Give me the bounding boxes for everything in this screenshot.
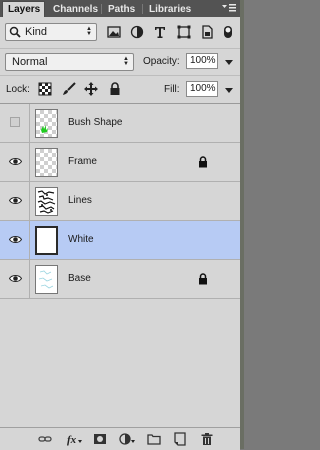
opacity-input[interactable]: 100% <box>186 53 218 69</box>
layer-row-white[interactable]: White <box>0 221 240 260</box>
panel-tab-bar: Layers Channels Paths Libraries <box>0 0 240 17</box>
layer-thumbnail <box>35 226 58 255</box>
layer-thumbnail <box>35 265 58 294</box>
filter-toggle-icon[interactable] <box>222 24 234 40</box>
eye-icon[interactable] <box>9 274 22 283</box>
layer-row-frame[interactable]: Frame <box>0 143 240 182</box>
adjustment-layer-filter-icon[interactable] <box>129 24 145 40</box>
adjustment-layer-icon[interactable] <box>119 432 135 446</box>
layer-row-bush-shape[interactable]: Bush Shape <box>0 104 240 143</box>
lock-icon <box>199 156 207 168</box>
eye-icon[interactable] <box>9 235 22 244</box>
lock-row: Lock: Fill: 100% <box>0 75 240 102</box>
tab-divider <box>101 4 102 14</box>
layer-row-lines[interactable]: Lines <box>0 182 240 221</box>
lock-all-icon[interactable] <box>108 82 122 96</box>
lock-label: Lock: <box>6 84 30 95</box>
layer-name[interactable]: Lines <box>68 195 92 206</box>
select-arrows-icon: ▲ ▼ <box>86 26 92 37</box>
new-group-icon[interactable] <box>147 432 161 446</box>
blend-mode-select[interactable]: Normal ▲ ▼ <box>5 53 134 71</box>
lock-icon <box>199 273 207 285</box>
tab-libraries[interactable]: Libraries <box>144 2 196 17</box>
layers-panel: Layers Channels Paths Libraries Kind ▲ ▼ … <box>0 0 241 450</box>
filter-row: Kind ▲ ▼ <box>0 17 240 47</box>
filter-kind-label: Kind <box>25 26 48 38</box>
layer-name[interactable]: Frame <box>68 156 97 167</box>
layers-footer-toolbar: fx <box>0 427 240 450</box>
svg-text:fx: fx <box>67 434 77 446</box>
type-layer-filter-icon[interactable] <box>152 24 168 40</box>
opacity-dropdown-icon[interactable] <box>225 60 233 65</box>
layer-name[interactable]: Base <box>68 273 91 284</box>
smart-object-filter-icon[interactable] <box>199 24 215 40</box>
eye-icon[interactable] <box>9 196 22 205</box>
fx-icon[interactable]: fx <box>66 432 82 446</box>
visibility-toggle[interactable] <box>0 182 30 220</box>
lock-transparent-pixels-icon[interactable] <box>38 82 52 96</box>
add-mask-icon[interactable] <box>93 432 107 446</box>
tab-divider <box>142 4 143 14</box>
tab-channels[interactable]: Channels <box>48 2 100 17</box>
layer-name[interactable]: White <box>68 234 94 245</box>
blend-row: Normal ▲ ▼ Opacity: 100% <box>0 48 240 75</box>
shape-layer-filter-icon[interactable] <box>176 24 192 40</box>
tab-layers[interactable]: Layers <box>2 1 45 17</box>
fill-input[interactable]: 100% <box>186 81 218 97</box>
search-icon <box>9 26 21 38</box>
fill-label: Fill: <box>164 84 180 95</box>
layer-thumbnail <box>35 109 58 138</box>
fill-dropdown-icon[interactable] <box>225 88 233 93</box>
pixel-layer-filter-icon[interactable] <box>106 24 122 40</box>
delete-layer-icon[interactable] <box>200 432 214 446</box>
lock-image-pixels-brush-icon[interactable] <box>62 82 76 96</box>
tab-paths[interactable]: Paths <box>103 2 141 17</box>
layers-list: Bush Shape Frame Lines White Base <box>0 103 240 428</box>
visibility-toggle[interactable] <box>0 104 30 142</box>
visibility-toggle[interactable] <box>0 260 30 298</box>
layer-thumbnail <box>35 148 58 177</box>
visibility-toggle[interactable] <box>0 221 30 259</box>
select-arrows-icon: ▲ ▼ <box>123 56 129 67</box>
opacity-label: Opacity: <box>143 56 180 67</box>
hidden-visibility-box[interactable] <box>10 117 20 127</box>
visibility-toggle[interactable] <box>0 143 30 181</box>
layer-thumbnail <box>35 187 58 216</box>
link-layers-icon[interactable] <box>38 432 52 446</box>
canvas-edge-strip <box>240 0 244 449</box>
new-layer-icon[interactable] <box>173 432 187 446</box>
panel-menu-icon[interactable] <box>222 3 236 13</box>
blend-mode-label: Normal <box>12 56 48 68</box>
layer-name[interactable]: Bush Shape <box>68 117 123 128</box>
lock-position-move-icon[interactable] <box>84 82 98 96</box>
filter-kind-select[interactable]: Kind ▲ ▼ <box>5 23 97 41</box>
layer-row-base[interactable]: Base <box>0 260 240 299</box>
eye-icon[interactable] <box>9 157 22 166</box>
